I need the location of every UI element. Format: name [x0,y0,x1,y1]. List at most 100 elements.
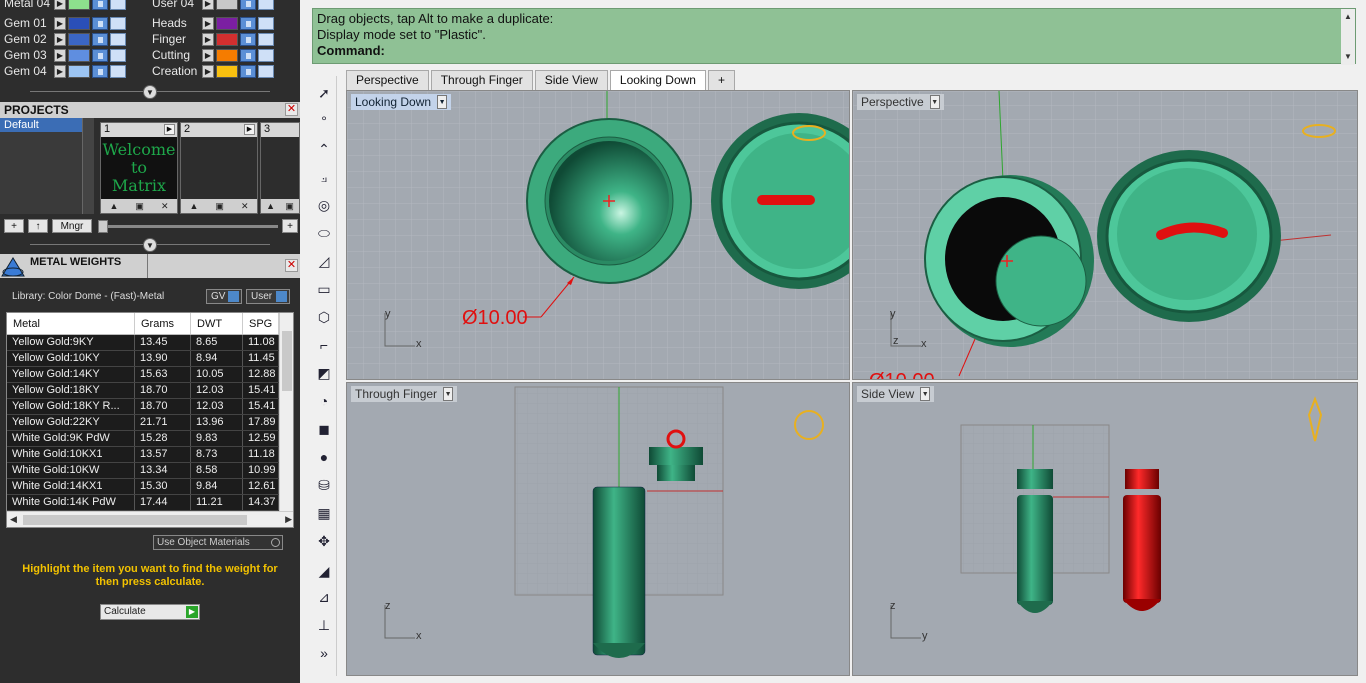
material-row[interactable]: Heads ▶ [148,15,274,31]
viewport-looking-down[interactable]: Ø10.00 y x Looking Down ▼ [346,90,850,380]
lock-icon[interactable] [92,0,108,10]
material-row[interactable]: Creation ▶ [148,63,274,79]
viewport-perspective[interactable]: Ø10.00 y z x Perspective ▼ [852,90,1358,380]
tab-looking-down[interactable]: Looking Down [609,70,706,90]
project-list[interactable]: Default [0,118,82,214]
command-area[interactable]: Drag objects, tap Alt to make a duplicat… [312,8,1356,65]
material-row[interactable]: Cutting ▶ [148,47,274,63]
load-icon[interactable]: ▲ [190,201,199,211]
table-row[interactable]: White Gold:10KX1 13.57 8.73 11.18 [7,447,293,463]
table-row[interactable]: Yellow Gold:14KY 15.63 10.05 12.88 [7,367,293,383]
project-slot-1[interactable]: 1 ▶ Welcome to Matrix ▲ ▣ ✕ [100,122,178,214]
tab-add[interactable]: + [707,70,735,90]
visibility-toggle[interactable] [258,0,274,10]
visibility-toggle[interactable] [258,16,274,30]
project-list-item[interactable]: Default [0,118,82,132]
table-row[interactable]: White Gold:10KW 13.34 8.58 10.99 [7,463,293,479]
material-arrow-icon[interactable]: ▶ [54,32,66,46]
load-icon[interactable]: ▲ [110,201,119,211]
metal-weights-table[interactable]: Metal Grams DWT SPG Yellow Gold:9KY 13.45… [6,312,294,528]
collapse-projects-icon[interactable]: ▼ [143,238,157,252]
table-row[interactable]: White Gold:14KX1 15.30 9.84 12.61 [7,479,293,495]
command-prompt[interactable]: Command: [317,43,1351,59]
viewport-through-finger[interactable]: z x Through Finger ▼ [346,382,850,676]
analyze-icon[interactable]: ⊿ [313,586,335,608]
material-row[interactable]: Finger ▶ [148,31,274,47]
lock-icon[interactable] [92,32,108,46]
viewport-side-view[interactable]: z y Side View ▼ [852,382,1358,676]
material-swatch[interactable] [216,32,238,46]
load-icon[interactable]: ▲ [266,201,275,211]
lock-icon[interactable] [92,48,108,62]
lock-icon[interactable] [240,16,256,30]
material-row[interactable]: Gem 02 ▶ [0,31,126,47]
table-row[interactable]: Yellow Gold:18KY R... 18.70 12.03 15.41 [7,399,293,415]
material-arrow-icon[interactable]: ▶ [54,48,66,62]
tab-perspective[interactable]: Perspective [346,70,429,90]
material-swatch[interactable] [68,48,90,62]
col-grams[interactable]: Grams [135,313,191,334]
material-arrow-icon[interactable]: ▶ [202,16,214,30]
material-row[interactable]: Gem 01 ▶ [0,15,126,31]
close-metal-weights-icon[interactable]: ✕ [285,259,298,272]
use-object-materials-checkbox[interactable]: Use Object Materials [153,535,283,550]
project-list-scrollbar[interactable] [82,118,94,214]
zoom-slider-handle[interactable] [98,220,108,233]
project-slot-3[interactable]: 3 ▲ ▣ [260,122,300,214]
table-row[interactable]: Yellow Gold:9KY 13.45 8.65 11.08 [7,335,293,351]
collapse-materials-icon[interactable]: ▼ [143,85,157,99]
visibility-toggle[interactable] [110,16,126,30]
tab-side-view[interactable]: Side View [534,70,608,90]
zoom-plus-button[interactable]: + [282,219,298,233]
dropdown-icon[interactable]: ▼ [443,387,454,401]
material-row[interactable]: Gem 04 ▶ [0,63,126,79]
table-hscroll[interactable]: ◀ ▶ [7,511,293,527]
curve-icon[interactable]: ⟓ [313,166,335,188]
material-swatch[interactable] [68,16,90,30]
lock-icon[interactable] [92,16,108,30]
mesh-icon[interactable]: ▦ [313,502,335,524]
render-icon[interactable]: ◢ [313,560,335,582]
viewport-label[interactable]: Perspective ▼ [857,94,944,110]
transform-icon[interactable]: ✥ [313,530,335,552]
visibility-toggle[interactable] [110,0,126,10]
visibility-toggle[interactable] [110,32,126,46]
lock-icon[interactable] [240,64,256,78]
close-projects-icon[interactable]: ✕ [285,103,298,116]
material-swatch[interactable] [68,0,90,10]
lock-icon[interactable] [240,32,256,46]
add-project-button[interactable]: + [4,219,24,233]
gv-toggle[interactable]: GV [206,289,242,304]
save-icon[interactable]: ▣ [135,201,144,212]
visibility-toggle[interactable] [258,64,274,78]
move-up-button[interactable]: ↑ [28,219,48,233]
dropdown-icon[interactable]: ▼ [929,95,940,109]
project-slot-2[interactable]: 2 ▶ ▲ ▣ ✕ [180,122,258,214]
manager-button[interactable]: Mngr [52,219,92,233]
select-arrow-icon[interactable]: ➚ [313,82,335,104]
material-arrow-icon[interactable]: ▶ [54,0,66,10]
surface-icon[interactable]: ◩ [313,362,335,384]
material-arrow-icon[interactable]: ▶ [202,64,214,78]
calculate-button[interactable]: Calculate ▶ [100,604,200,620]
save-icon[interactable]: ▣ [285,201,294,212]
table-row[interactable]: Yellow Gold:22KY 21.71 13.96 17.89 [7,415,293,431]
slot-arrow-icon[interactable]: ▶ [164,124,175,135]
visibility-toggle[interactable] [110,64,126,78]
table-row[interactable]: Yellow Gold:18KY 18.70 12.03 15.41 [7,383,293,399]
col-dwt[interactable]: DWT [191,313,243,334]
user-toggle[interactable]: User [246,289,290,304]
polyline-icon[interactable]: ⌃ [313,138,335,160]
ellipse-icon[interactable]: ⬭ [313,222,335,244]
viewport-label[interactable]: Through Finger ▼ [351,386,458,402]
viewport-label[interactable]: Side View ▼ [857,386,935,402]
lock-icon[interactable] [240,48,256,62]
box-icon[interactable]: ◼ [313,418,335,440]
cylinder-icon[interactable]: ⛁ [313,474,335,496]
table-row[interactable]: White Gold:9K PdW 15.28 9.83 12.59 [7,431,293,447]
viewport-label[interactable]: Looking Down ▼ [351,94,452,110]
visibility-toggle[interactable] [110,48,126,62]
material-swatch[interactable] [216,16,238,30]
sphere-icon[interactable]: ● [313,446,335,468]
dropdown-icon[interactable]: ▼ [920,387,931,401]
